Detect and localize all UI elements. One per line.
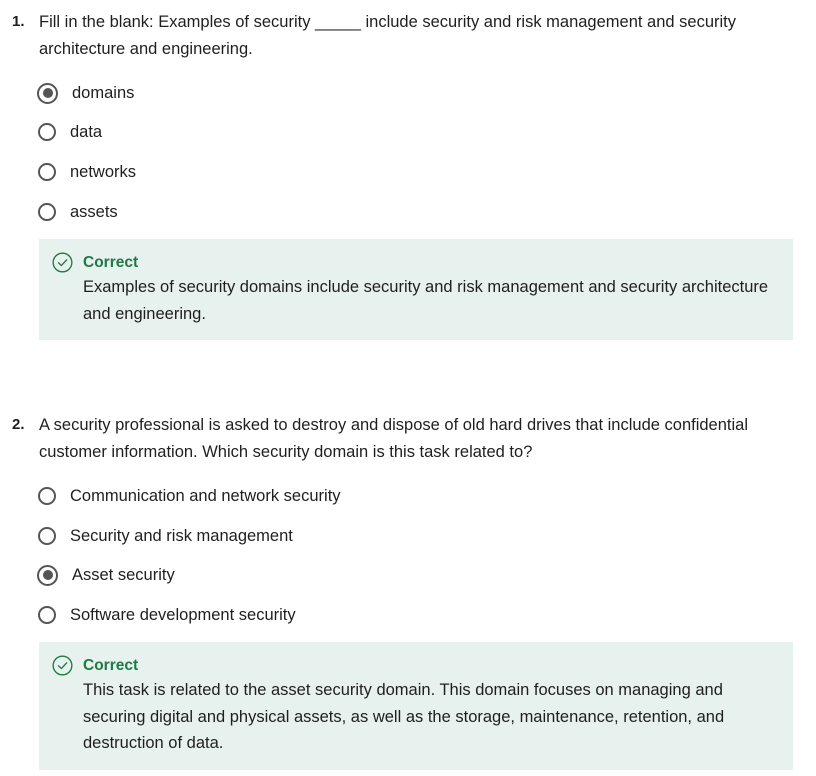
option-communication-and-network-security[interactable]: Communication and network security bbox=[38, 484, 341, 508]
option-label: Communication and network security bbox=[70, 486, 341, 505]
option-label: Security and risk management bbox=[70, 526, 293, 545]
question-number: 2. bbox=[12, 416, 25, 433]
feedback-status: Correct bbox=[83, 254, 139, 271]
radio-button[interactable] bbox=[38, 123, 56, 141]
check-circle-icon bbox=[52, 252, 73, 273]
question-number: 1. bbox=[12, 13, 25, 30]
radio-button[interactable] bbox=[38, 163, 56, 181]
radio-button[interactable] bbox=[38, 527, 56, 545]
feedback-panel-1: Correct Examples of security domains inc… bbox=[39, 239, 793, 340]
feedback-panel-2: Correct This task is related to the asse… bbox=[39, 642, 793, 770]
radio-button[interactable] bbox=[38, 606, 56, 624]
question-2-header: 2. A security professional is asked to d… bbox=[0, 412, 816, 465]
feedback-status: Correct bbox=[83, 657, 139, 674]
option-software-development-security[interactable]: Software development security bbox=[38, 603, 296, 627]
question-2: 2. A security professional is asked to d… bbox=[0, 412, 816, 465]
option-label: domains bbox=[72, 83, 135, 102]
radio-button[interactable] bbox=[38, 487, 56, 505]
option-asset-security[interactable]: Asset security bbox=[37, 563, 175, 587]
check-circle-icon bbox=[52, 655, 73, 676]
option-label: networks bbox=[70, 162, 137, 181]
question-prompt: A security professional is asked to dest… bbox=[39, 416, 748, 461]
radio-button[interactable] bbox=[38, 203, 56, 221]
option-assets[interactable]: assets bbox=[38, 200, 118, 224]
option-data[interactable]: data bbox=[38, 120, 102, 144]
option-networks[interactable]: networks bbox=[38, 160, 136, 184]
option-security-and-risk-management[interactable]: Security and risk management bbox=[38, 524, 293, 548]
option-label: assets bbox=[70, 202, 118, 221]
option-label: Asset security bbox=[72, 565, 175, 584]
option-domains[interactable]: domains bbox=[37, 81, 135, 105]
question-1: 1. Fill in the blank: Examples of securi… bbox=[0, 9, 816, 62]
question-prompt: Fill in the blank: Examples of security … bbox=[39, 13, 737, 58]
option-label: data bbox=[70, 122, 103, 141]
option-label: Software development security bbox=[70, 605, 296, 624]
feedback-text: Examples of security domains include sec… bbox=[83, 278, 769, 323]
radio-button-selected[interactable] bbox=[37, 564, 58, 586]
feedback-text: This task is related to the asset securi… bbox=[83, 681, 725, 752]
question-1-header: 1. Fill in the blank: Examples of securi… bbox=[0, 9, 816, 62]
radio-button-selected[interactable] bbox=[37, 82, 58, 104]
